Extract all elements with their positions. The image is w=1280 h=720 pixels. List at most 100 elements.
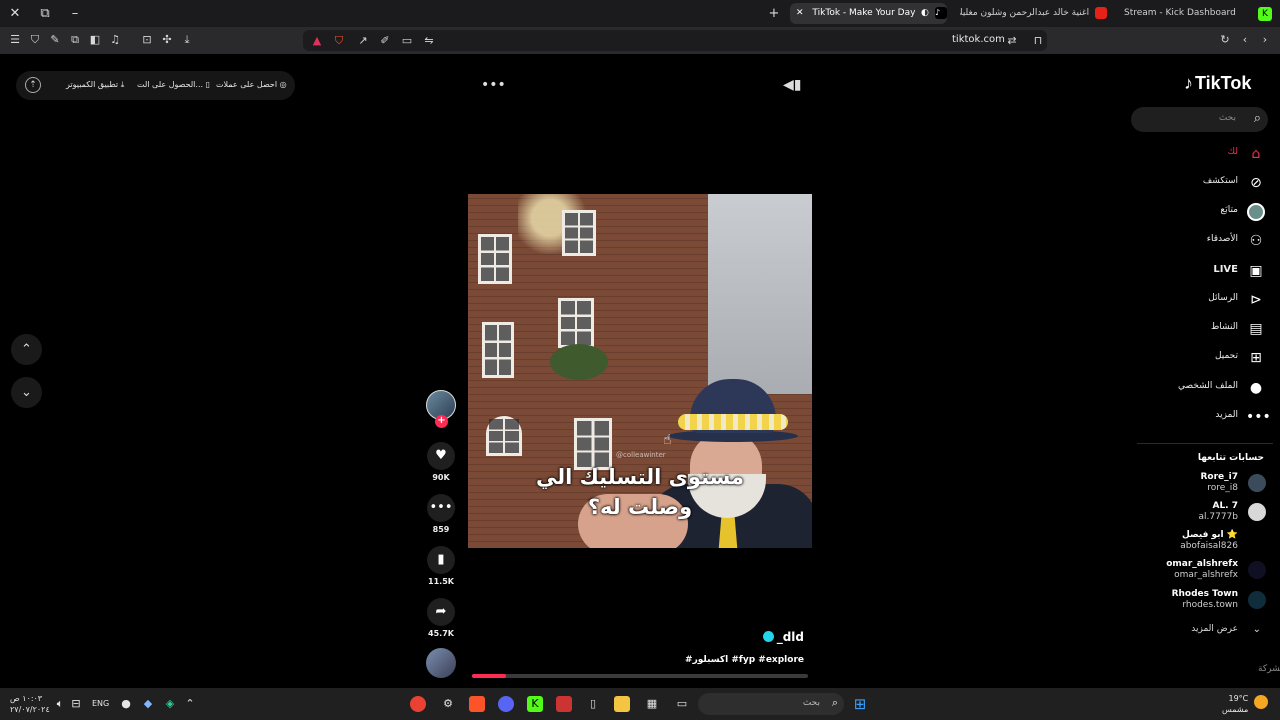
desktop-app-link[interactable]: تطبيق الكمبيوتر ⤓ (66, 80, 124, 90)
save-button[interactable]: ▮ 11.5K (423, 546, 459, 586)
search-placeholder: بحث (1218, 113, 1236, 123)
tab-tiktok[interactable]: ✕ TikTok - Make Your Day ◐ ♪ (790, 3, 947, 24)
account-handle: omar_alshrefx (1174, 570, 1238, 580)
download-icon[interactable]: ⤓ (180, 33, 194, 47)
tab-kick[interactable]: Stream - Kick Dashboard (1124, 3, 1254, 24)
nav-activity[interactable]: النشاط ▤ (1140, 318, 1266, 340)
get-app-link[interactable]: الحصول على الت... ▯ (137, 80, 210, 89)
video-hashtags[interactable]: #اكسبلور #fyp #explore (685, 655, 804, 665)
discord-icon[interactable] (498, 696, 514, 712)
new-tab-icon[interactable]: + (765, 5, 783, 23)
following-account[interactable]: Rore_i7 rore_i8 (1136, 472, 1266, 498)
nav-more[interactable]: المزيد ••• (1140, 406, 1270, 428)
screenshot-icon[interactable]: ⊡ (140, 33, 154, 47)
like-button[interactable]: ♥ 90K (423, 442, 459, 482)
nav-following[interactable]: متابَع (1140, 201, 1266, 223)
nav-profile[interactable]: الملف الشخصي ● (1140, 377, 1266, 399)
windows-start-icon[interactable]: ⊞ (852, 696, 868, 712)
search-input[interactable]: بحث ⌕ (1131, 107, 1268, 132)
following-account[interactable]: Rhodes Town rhodes.town (1136, 589, 1266, 615)
kick-icon[interactable]: K (527, 696, 543, 712)
chevron-up-icon[interactable]: ⌃ (182, 696, 198, 712)
minimize-window-icon[interactable]: – (66, 5, 84, 23)
company-link[interactable]: الشركة (1258, 664, 1280, 674)
music-icon[interactable]: ♫ (108, 33, 122, 47)
comment-button[interactable]: ••• 859 (423, 494, 459, 534)
author-name[interactable]: _dld (762, 630, 804, 644)
more-options-icon[interactable]: ••• (481, 77, 506, 93)
avatar-icon (1246, 202, 1266, 222)
following-account[interactable]: ابو فيصل ⭐ abofaisal826 (1136, 530, 1266, 556)
vpn-icon[interactable]: ▲ (310, 34, 324, 48)
tray-app-icon[interactable]: ◆ (140, 696, 156, 712)
nav-label: لك (1227, 147, 1238, 157)
tab-close-icon[interactable]: ✕ (796, 8, 804, 18)
tray-app-icon[interactable]: ◈ (162, 696, 178, 712)
address-bar[interactable]: ▲ ⛉ ↗ ✐ ▭ ⇋ ⇄ ⊓ (303, 30, 1047, 51)
following-account[interactable]: omar_alshrefx omar_alshrefx (1136, 559, 1266, 585)
clock[interactable]: ١٠:٠٣ ص ٢٧/٠٧/٢٠٢٤ (10, 693, 50, 715)
follow-plus-icon[interactable]: + (435, 415, 448, 428)
nav-for-you[interactable]: لك ⌂ (1140, 143, 1266, 165)
get-coins-link[interactable]: احصل على عملات ◎ (216, 80, 287, 89)
shield-icon[interactable]: ⛉ (28, 33, 42, 47)
music-disc-avatar[interactable] (426, 648, 456, 678)
reload-icon[interactable]: ↻ (1218, 33, 1232, 47)
previous-video-button[interactable]: ⌃ (11, 334, 42, 365)
store-icon[interactable]: ▦ (644, 696, 660, 712)
reader-icon[interactable]: ▭ (400, 34, 414, 48)
chevron-up-icon: ⌃ (21, 342, 32, 357)
brave-shield-icon[interactable]: ⛉ (332, 34, 346, 48)
tab-youtube[interactable]: اغنية خالد عبدالرحمن وشلون مغليك - ... (960, 3, 1110, 24)
forward-icon[interactable]: › (1258, 33, 1272, 47)
nav-upload[interactable]: تحميل ⊞ (1140, 347, 1266, 369)
sync-icon[interactable]: ⇄ (1005, 34, 1019, 48)
chevron-down-icon: ⌄ (1252, 624, 1261, 635)
nav-friends[interactable]: الأصدقاء ⚇ (1140, 230, 1266, 252)
author-label: _dld (776, 630, 804, 644)
app-promo-bar: ⇡ تطبيق الكمبيوتر ⤓ الحصول على الت... ▯ … (16, 71, 295, 100)
taskbar-search[interactable]: بحث ⌕ (698, 693, 844, 715)
brave-icon[interactable] (469, 696, 485, 712)
share-icon[interactable]: ↗ (356, 34, 370, 48)
network-icon[interactable]: ⊟ (68, 696, 84, 712)
pen-tool-icon[interactable]: ▯ (585, 696, 601, 712)
bookmark-icon[interactable]: ⊓ (1031, 34, 1045, 48)
volume-icon[interactable]: 🔈︎ (52, 696, 68, 712)
tabs-icon[interactable]: ⧉ (68, 33, 82, 47)
volume-icon[interactable]: ◀▮ (783, 77, 801, 93)
language-indicator[interactable]: ENG (92, 699, 109, 708)
pen-icon[interactable]: ✎ (48, 33, 62, 47)
menu-icon[interactable]: ☰ (8, 33, 22, 47)
video-player[interactable]: @colleawinter مستوى التسليك الي وصلت له؟ (468, 194, 812, 548)
settings-icon[interactable]: ⚙ (440, 696, 456, 712)
see-more-button[interactable]: عرض المزيد ⌄ (1136, 624, 1266, 638)
video-plant (550, 344, 608, 380)
back-icon[interactable]: ‹ (1238, 33, 1252, 47)
file-explorer-icon[interactable] (614, 696, 630, 712)
search-icon[interactable]: ⌕ (1254, 111, 1261, 126)
extensions-icon[interactable]: ✣ (160, 33, 174, 47)
app-icon[interactable] (556, 696, 572, 712)
video-progress-bar[interactable] (472, 674, 808, 678)
brush-icon[interactable]: ✐ (378, 34, 392, 48)
microphone-icon[interactable]: ● (118, 696, 134, 712)
browser-tab-strip: ✕ ⧉ – + ✕ TikTok - Make Your Day ◐ ♪ اغن… (0, 0, 1280, 27)
audio-icon[interactable]: ◐ (921, 7, 933, 19)
restore-window-icon[interactable]: ⧉ (36, 5, 54, 23)
weather-widget[interactable]: 19°C مشمس (1222, 693, 1268, 715)
sidebar-icon[interactable]: ◧ (88, 33, 102, 47)
chrome-icon[interactable] (410, 696, 426, 712)
close-window-icon[interactable]: ✕ (6, 5, 24, 23)
nav-explore[interactable]: استكشف ⊘ (1140, 172, 1266, 194)
following-account[interactable]: AL. 7 al.7777b (1136, 501, 1266, 527)
url-text[interactable]: tiktok.com (952, 34, 1005, 45)
nav-live[interactable]: LIVE ▣ (1140, 260, 1266, 282)
collapse-icon[interactable]: ⇡ (25, 77, 41, 93)
task-view-icon[interactable]: ▭ (674, 696, 690, 712)
translate-icon[interactable]: ⇋ (422, 34, 436, 48)
share-button[interactable]: ➦ 45.7K (423, 598, 459, 638)
nav-messages[interactable]: الرسائل ⊳ (1140, 289, 1266, 311)
next-video-button[interactable]: ⌄ (11, 377, 42, 408)
tiktok-logo[interactable]: ♪ TikTok (1184, 73, 1251, 94)
